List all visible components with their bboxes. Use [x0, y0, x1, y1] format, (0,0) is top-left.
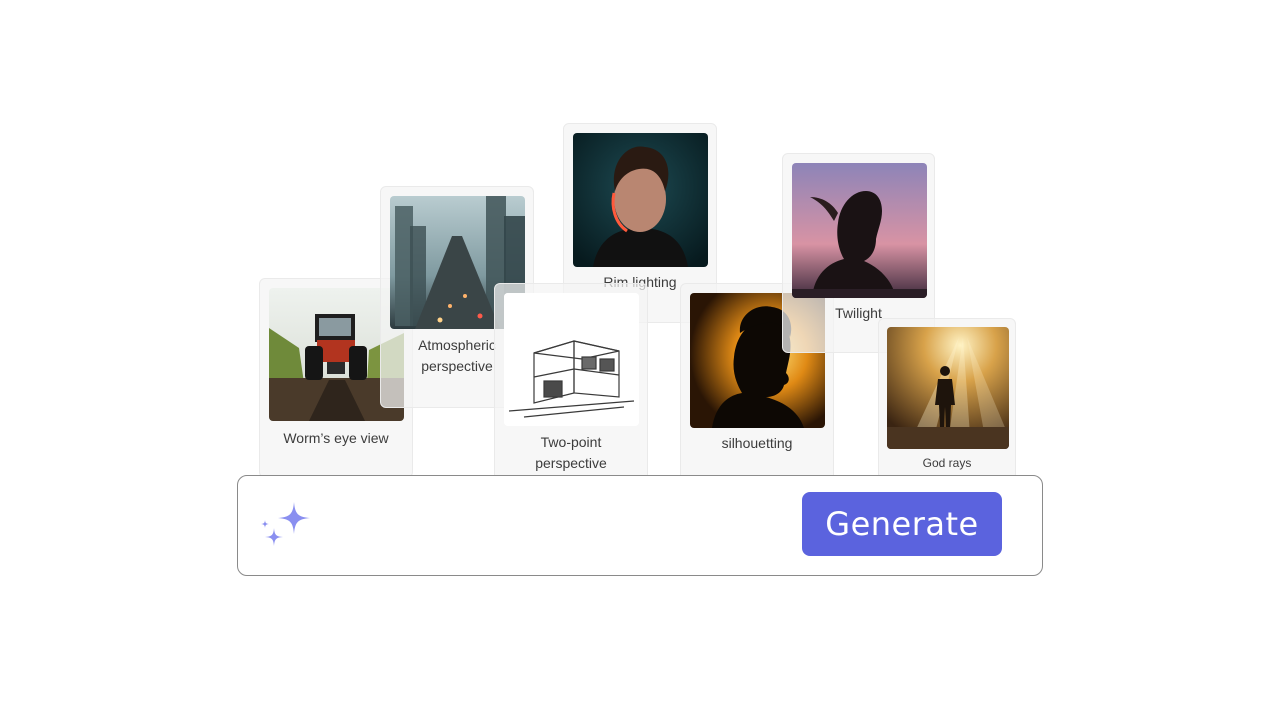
building-sketch-image: [504, 293, 639, 426]
card-label: silhouetting: [721, 435, 793, 451]
sparkle-icon: [260, 500, 312, 550]
card-label: Two-point perspective: [535, 434, 607, 471]
card-label: Worm’s eye view: [283, 430, 389, 446]
card-label: God rays: [922, 456, 972, 470]
card-god-rays[interactable]: God rays: [878, 318, 1016, 480]
twilight-portrait-image: [792, 163, 927, 298]
portrait-image: [573, 133, 708, 267]
sunrays-image: [887, 327, 1009, 449]
generate-button[interactable]: Generate: [802, 492, 1002, 556]
prompt-input-box[interactable]: Generate: [237, 475, 1043, 576]
card-two-point-perspective[interactable]: Two-point perspective: [494, 283, 648, 483]
